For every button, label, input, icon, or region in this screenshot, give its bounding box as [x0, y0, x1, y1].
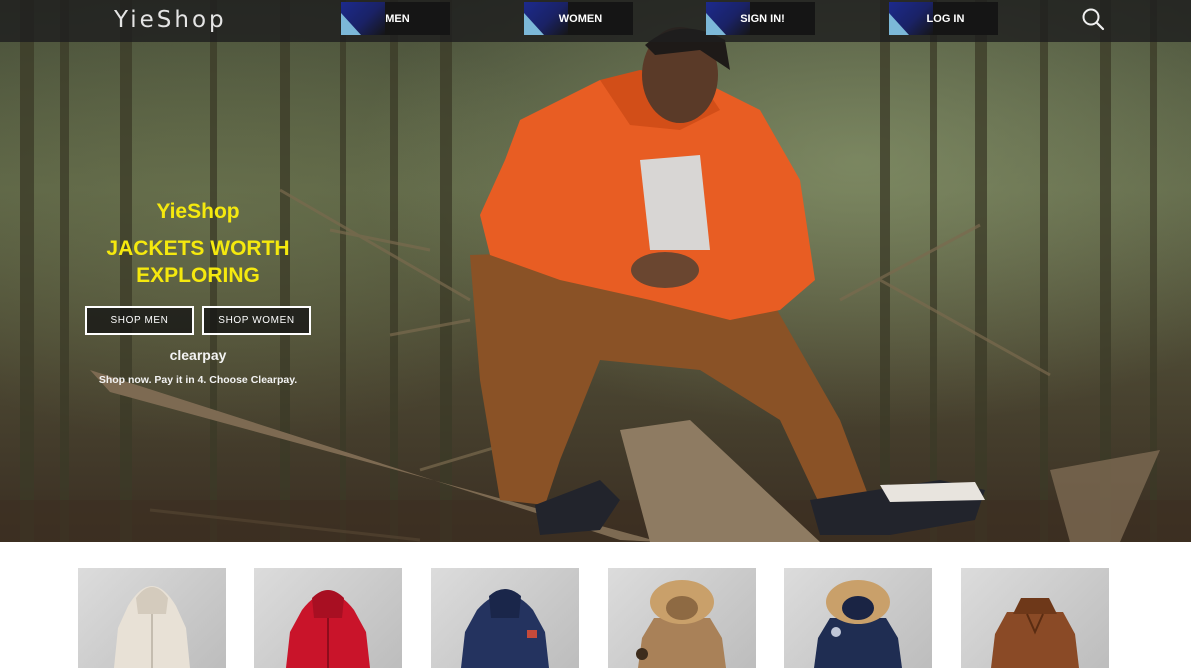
nav-men-label: MEN [385, 12, 410, 25]
hero-brand: YieShop [156, 200, 240, 223]
nav-login-button[interactable]: LOG IN [889, 2, 998, 35]
product-card-navy-parka[interactable] [784, 568, 932, 668]
nav-login-label: LOG IN [926, 12, 965, 25]
clearpay-note: Shop now. Pay it in 4. Choose Clearpay. [98, 374, 298, 386]
product-card-cream-puffer[interactable] [78, 568, 226, 668]
hero-cta-group: SHOP MEN SHOP WOMEN [85, 306, 311, 335]
clearpay-logo: clearpay [169, 347, 227, 363]
nav-signin-button[interactable]: SIGN IN! [706, 2, 815, 35]
product-card-navy-hooded[interactable] [431, 568, 579, 668]
hero-headline-line2: EXPLORING [136, 264, 260, 287]
shop-women-button[interactable]: SHOP WOMEN [202, 306, 311, 335]
hero-copy: YieShop JACKETS WORTH EXPLORING [85, 200, 311, 289]
nav-men-button[interactable]: MEN [341, 2, 450, 35]
search-icon[interactable] [1081, 7, 1105, 31]
nav-signin-label: SIGN IN! [740, 12, 785, 25]
product-card-tan-parka[interactable] [608, 568, 756, 668]
shop-men-button[interactable]: SHOP MEN [85, 306, 194, 335]
product-card-red-puffer[interactable] [254, 568, 402, 668]
product-strip [0, 542, 1191, 668]
hero-banner: YieShop MEN WOMEN SIGN IN! LOG IN YieSho [0, 0, 1191, 542]
top-navigation: YieShop MEN WOMEN SIGN IN! LOG IN [0, 0, 1191, 42]
site-logo[interactable]: YieShop [114, 5, 227, 35]
product-card-leather-jacket[interactable] [961, 568, 1109, 668]
nav-women-label: WOMEN [558, 12, 603, 25]
hero-headline-line1: JACKETS WORTH [106, 237, 290, 260]
nav-women-button[interactable]: WOMEN [524, 2, 633, 35]
